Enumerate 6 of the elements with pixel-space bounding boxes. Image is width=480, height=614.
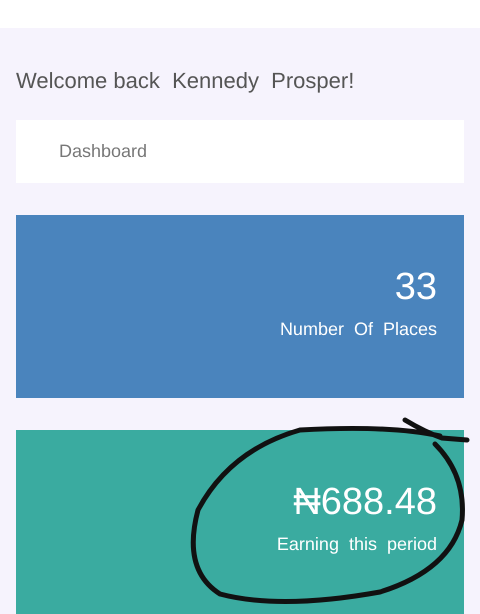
stat-label: Earning this period — [276, 534, 437, 556]
stat-value: 33 — [394, 264, 437, 309]
breadcrumb-text: Dashboard — [59, 140, 148, 162]
stat-value: ₦688.48 — [293, 480, 437, 524]
welcome-message: Welcome back Kennedy Prosper! — [16, 68, 356, 94]
stat-label: Number Of Places — [280, 318, 437, 340]
